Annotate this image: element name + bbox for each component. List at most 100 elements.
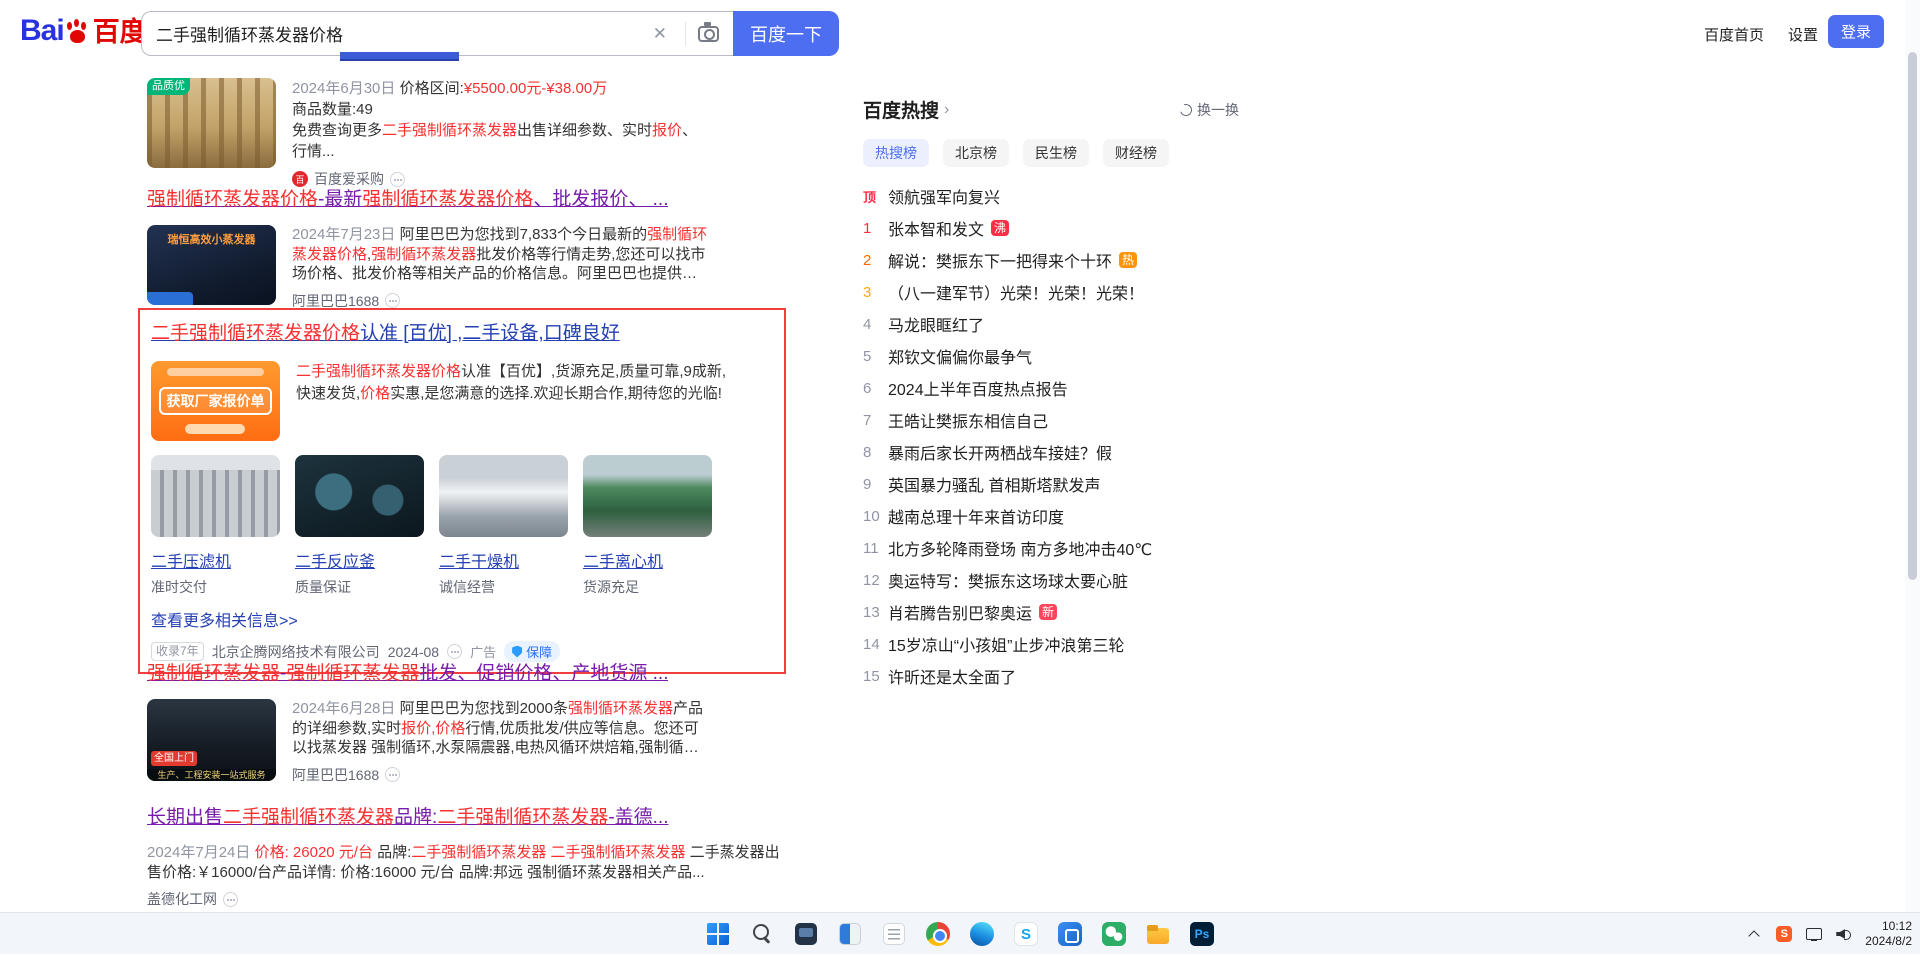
result-organic: 强制循环蒸发器价格-最新强制循环蒸发器价格、批发报价、 ... 瑞恒高效小蒸发器… [147,188,787,311]
taskbar-clock[interactable]: 10:12 2024/8/2 [1865,919,1912,949]
ad-product-link[interactable]: 二手离心机 [583,548,712,572]
hot-search-item[interactable]: 4 马龙眼眶红了 [863,308,1239,340]
wechat-icon[interactable] [1100,920,1128,948]
result-title-link[interactable]: 长期出售二手强制循环蒸发器品牌:二手强制循环蒸发器-盖德... [147,806,669,830]
search-input[interactable] [156,24,647,44]
ad-product-image[interactable] [295,455,424,537]
ad-product-card[interactable]: 二手压滤机 准时交付 [151,455,280,597]
photoshop-icon[interactable] [1188,920,1216,948]
ad-product-card[interactable]: 二手反应釜 质量保证 [295,455,424,597]
hot-tab[interactable]: 北京榜 [943,139,1009,167]
edge-icon[interactable] [968,920,996,948]
ime-icon[interactable] [1775,925,1793,943]
clear-icon[interactable]: ✕ [653,24,667,44]
info-icon[interactable] [390,172,405,187]
hot-search-item[interactable]: 2 解说：樊振东下一把得来个十环 热 [863,244,1239,276]
banner-text: 获取厂家报价单 [159,387,272,415]
ad-product-link[interactable]: 二手干燥机 [439,548,568,572]
hot-search-item[interactable]: 1 张本智和发文 沸 [863,212,1239,244]
guarantee-badge[interactable]: 保障 [504,641,560,662]
clipped-result-title[interactable] [340,52,459,61]
login-button[interactable]: 登录 [1828,15,1884,48]
hot-search-item[interactable]: 11 北方多轮降雨登场 南方多地冲击40℃ [863,532,1239,564]
hot-tab[interactable]: 财经榜 [1103,139,1169,167]
hot-badge: 新 [1039,604,1057,620]
volume-icon[interactable] [1835,925,1853,943]
hot-text: 奥运特写：樊振东这场球太要心脏 [888,568,1128,592]
hot-rank: 15 [863,668,888,685]
result-title-link[interactable]: 强制循环蒸发器价格-最新强制循环蒸发器价格、批发报价、 ... [147,188,668,212]
ad-product-subtitle: 货源充足 [583,577,712,597]
start-icon[interactable] [704,920,732,948]
ad-product-link[interactable]: 二手反应釜 [295,548,424,572]
source-name[interactable]: 盖德化工网 [147,889,217,909]
source-name[interactable]: 百度爱采购 [314,169,384,189]
monitor-icon[interactable] [1805,925,1823,943]
hot-text: （八一建军节）光荣！光荣！光荣！ [888,280,1144,304]
camera-icon[interactable] [698,26,719,42]
chrome-icon[interactable] [924,920,952,948]
hot-search-item[interactable]: 10 越南总理十年来首访印度 [863,500,1239,532]
more-info-link[interactable]: 查看更多相关信息>> [151,607,298,631]
baidu-logo[interactable]: Bai 百度 [20,14,147,48]
hot-rank: 7 [863,412,888,429]
hot-search-title: 百度热搜 [863,96,939,123]
chevron-icon[interactable] [1745,925,1763,943]
hot-search-item[interactable]: 3 （八一建军节）光荣！光荣！光荣！ [863,276,1239,308]
pc-icon[interactable] [792,920,820,948]
hot-text: 北方多轮降雨登场 南方多地冲击40℃ [888,536,1152,560]
hot-tab[interactable]: 民生榜 [1023,139,1089,167]
ad-product-card[interactable]: 二手干燥机 诚信经营 [439,455,568,597]
taskview-icon[interactable] [836,920,864,948]
result-thumbnail[interactable]: 瑞恒高效小蒸发器 [147,225,276,305]
hot-text: 许昕还是太全面了 [888,664,1016,688]
source-name[interactable]: 阿里巴巴1688 [292,765,379,785]
s-app-icon[interactable] [1012,920,1040,948]
nav-baidu-home[interactable]: 百度首页 [1704,24,1764,45]
chevron-right-icon[interactable]: › [944,101,949,119]
hot-search-item[interactable]: 9 英国暴力骚乱 首相斯塔默发声 [863,468,1239,500]
search-icon[interactable] [748,920,776,948]
hot-rank: 11 [863,540,888,557]
hot-search-item[interactable]: 13 肖若腾告别巴黎奥运 新 [863,596,1239,628]
result-thumbnail[interactable]: 品质优 [147,78,276,168]
hot-search-item[interactable]: 14 15岁凉山“小孩姐”止步冲浪第三轮 [863,628,1239,660]
hot-search-item[interactable]: 15 许昕还是太全面了 [863,660,1239,692]
ad-label: 广告 [470,642,496,661]
refresh-button[interactable]: 换一换 [1180,100,1239,120]
info-icon[interactable] [447,644,462,659]
hot-tab[interactable]: 热搜榜 [863,139,929,167]
blue-app-icon[interactable] [1056,920,1084,948]
clock-date: 2024/8/2 [1865,934,1912,949]
info-icon[interactable] [223,892,238,907]
hot-text: 领航强军向复兴 [888,184,1000,208]
hot-search-item[interactable]: 5 郑钦文偏偏你最争气 [863,340,1239,372]
hot-search-item[interactable]: 6 2024上半年百度热点报告 [863,372,1239,404]
result-thumbnail[interactable]: 全国上门 生产、工程安装一站式服务 [147,699,276,781]
guarantee-label: 保障 [526,642,552,661]
hot-rank: 4 [863,316,888,333]
scrollbar-thumb[interactable] [1908,52,1917,580]
explorer-icon[interactable] [1144,920,1172,948]
ad-banner-image[interactable]: 获取厂家报价单 [151,361,280,441]
hot-rank: 12 [863,572,888,589]
ad-title-link[interactable]: 二手强制循环蒸发器价格认准 [百优] ,二手设备,口碑良好 [151,322,620,346]
result-title-link[interactable]: 强制循环蒸发器-强制循环蒸发器批发、促销价格、产地货源 ... [147,662,668,686]
info-icon[interactable] [385,293,400,308]
hot-text: 肖若腾告别巴黎奥运 [888,600,1032,624]
ad-product-image[interactable] [583,455,712,537]
result-snippet: 2024年7月24日 价格: 26020 元/台 品牌:二手强制循环蒸发器 二手… [147,843,787,882]
hot-search-item[interactable]: 7 王皓让樊振东相信自己 [863,404,1239,436]
hot-search-item[interactable]: 顶 领航强军向复兴 [863,180,1239,212]
ad-product-card[interactable]: 二手离心机 货源充足 [583,455,712,597]
ad-product-link[interactable]: 二手压滤机 [151,548,280,572]
ad-product-image[interactable] [151,455,280,537]
search-button[interactable]: 百度一下 [733,11,839,56]
info-icon[interactable] [385,767,400,782]
baidu-serp-page: Bai 百度 ✕ 百度一下 百度首页 设置 登录 品质优 2024年6月30日 … [0,0,1920,954]
ad-product-image[interactable] [439,455,568,537]
notes-icon[interactable] [880,920,908,948]
nav-settings[interactable]: 设置 [1788,24,1818,45]
hot-search-item[interactable]: 8 暴雨后家长开两栖战车接娃？假 [863,436,1239,468]
hot-search-item[interactable]: 12 奥运特写：樊振东这场球太要心脏 [863,564,1239,596]
